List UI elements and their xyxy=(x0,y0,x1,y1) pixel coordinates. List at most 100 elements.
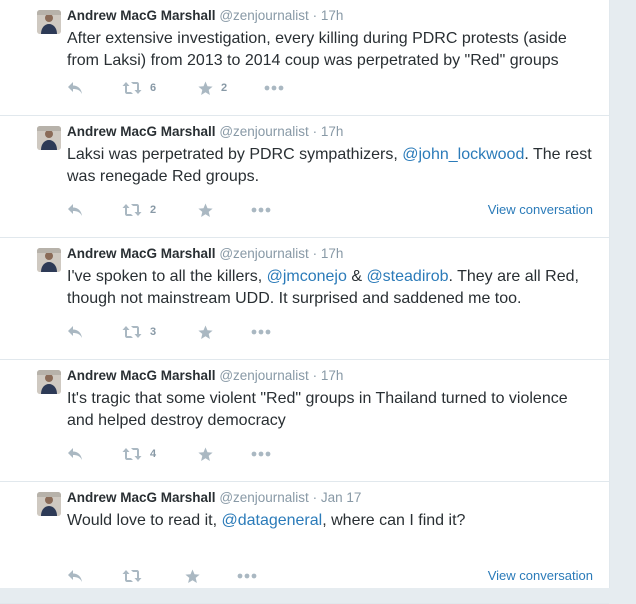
tweet-text: I've spoken to all the killers, @jmconej… xyxy=(67,266,597,310)
timeline: Andrew MacG Marshall @zenjournalist · 17… xyxy=(0,0,610,604)
tweet-text: After extensive investigation, every kil… xyxy=(67,28,597,72)
avatar[interactable] xyxy=(37,370,61,394)
retweet-button[interactable] xyxy=(122,567,150,585)
tweet[interactable]: Andrew MacG Marshall @zenjournalist · 17… xyxy=(0,0,609,116)
timestamp[interactable]: 17h xyxy=(321,368,344,383)
retweet-icon xyxy=(122,203,142,217)
view-conversation-link[interactable]: View conversation xyxy=(488,568,593,583)
username[interactable]: @zenjournalist xyxy=(219,246,309,261)
retweet-icon xyxy=(122,81,142,95)
fullname[interactable]: Andrew MacG Marshall xyxy=(67,124,216,139)
reply-icon xyxy=(67,447,83,461)
tweet-header: Andrew MacG Marshall @zenjournalist · 17… xyxy=(67,8,343,23)
retweet-count: 4 xyxy=(150,448,157,460)
mention-link[interactable]: @datageneral xyxy=(221,512,322,529)
more-icon xyxy=(264,85,284,91)
reply-button[interactable] xyxy=(67,567,83,585)
tweet-actions: 3 xyxy=(67,323,597,341)
tweet[interactable]: Andrew MacG Marshall @zenjournalist · Ja… xyxy=(0,482,609,604)
text-segment: & xyxy=(346,268,367,285)
time-separator: · xyxy=(312,246,318,261)
tweet-header: Andrew MacG Marshall @zenjournalist · 17… xyxy=(67,124,343,139)
retweet-button[interactable]: 2 xyxy=(122,201,156,219)
retweet-count: 3 xyxy=(150,326,157,338)
star-icon xyxy=(185,569,200,584)
tweet[interactable]: Andrew MacG Marshall @zenjournalist · 17… xyxy=(0,360,609,482)
reply-icon xyxy=(67,81,83,95)
text-segment: It's tragic that some violent "Red" grou… xyxy=(67,390,568,429)
retweet-count: 2 xyxy=(150,204,157,216)
retweet-icon xyxy=(122,325,142,339)
timestamp[interactable]: Jan 17 xyxy=(321,490,362,505)
retweet-count: 6 xyxy=(150,82,157,94)
retweet-button[interactable]: 3 xyxy=(122,323,156,341)
time-separator: · xyxy=(312,368,318,383)
favorite-button[interactable] xyxy=(185,567,208,585)
more-icon xyxy=(251,451,271,457)
view-conversation-link[interactable]: View conversation xyxy=(488,202,593,217)
star-icon xyxy=(198,447,213,462)
username[interactable]: @zenjournalist xyxy=(219,368,309,383)
favorite-button[interactable] xyxy=(198,323,221,341)
tweet-header: Andrew MacG Marshall @zenjournalist · 17… xyxy=(67,246,343,261)
timestamp[interactable]: 17h xyxy=(321,246,344,261)
favorite-button[interactable] xyxy=(198,445,221,463)
time-separator: · xyxy=(312,490,318,505)
more-icon xyxy=(237,573,257,579)
tweet-text: Would love to read it, @datageneral, whe… xyxy=(67,510,597,532)
tweet-text: It's tragic that some violent "Red" grou… xyxy=(67,388,597,432)
fullname[interactable]: Andrew MacG Marshall xyxy=(67,490,216,505)
more-icon xyxy=(251,207,271,213)
reply-icon xyxy=(67,569,83,583)
reply-icon xyxy=(67,325,83,339)
more-button[interactable] xyxy=(251,201,271,219)
fullname[interactable]: Andrew MacG Marshall xyxy=(67,8,216,23)
username[interactable]: @zenjournalist xyxy=(219,490,309,505)
tweet-actions: 4 xyxy=(67,445,597,463)
text-segment: , where can I find it? xyxy=(322,512,466,529)
username[interactable]: @zenjournalist xyxy=(219,8,309,23)
fullname[interactable]: Andrew MacG Marshall xyxy=(67,368,216,383)
mention-link[interactable]: @jmconejo xyxy=(267,268,347,285)
tweet[interactable]: Andrew MacG Marshall @zenjournalist · 17… xyxy=(0,116,609,238)
text-segment: Would love to read it, xyxy=(67,512,222,529)
retweet-button[interactable]: 6 xyxy=(122,79,156,97)
more-button[interactable] xyxy=(264,79,284,97)
reply-button[interactable] xyxy=(67,323,83,341)
avatar[interactable] xyxy=(37,126,61,150)
retweet-icon xyxy=(122,569,142,583)
timestamp[interactable]: 17h xyxy=(321,124,344,139)
reply-icon xyxy=(67,203,83,217)
favorite-button[interactable] xyxy=(198,201,221,219)
star-icon xyxy=(198,203,213,218)
timestamp[interactable]: 17h xyxy=(321,8,344,23)
text-segment: I've spoken to all the killers, xyxy=(67,268,267,285)
avatar[interactable] xyxy=(37,492,61,516)
avatar[interactable] xyxy=(37,10,61,34)
retweet-icon xyxy=(122,447,142,461)
reply-button[interactable] xyxy=(67,445,83,463)
favorite-count: 2 xyxy=(221,82,228,94)
favorite-button[interactable]: 2 xyxy=(198,79,227,97)
fullname[interactable]: Andrew MacG Marshall xyxy=(67,246,216,261)
more-icon xyxy=(251,329,271,335)
time-separator: · xyxy=(312,124,318,139)
username[interactable]: @zenjournalist xyxy=(219,124,309,139)
tweet-actions: 6 2 xyxy=(67,79,597,97)
more-button[interactable] xyxy=(237,567,257,585)
reply-button[interactable] xyxy=(67,79,83,97)
more-button[interactable] xyxy=(251,323,271,341)
mention-link[interactable]: @john_lockwood xyxy=(402,146,524,163)
retweet-button[interactable]: 4 xyxy=(122,445,156,463)
star-icon xyxy=(198,81,213,96)
star-icon xyxy=(198,325,213,340)
more-button[interactable] xyxy=(251,445,271,463)
time-separator: · xyxy=(312,8,318,23)
tweet-header: Andrew MacG Marshall @zenjournalist · 17… xyxy=(67,368,343,383)
mention-link[interactable]: @steadirob xyxy=(366,268,448,285)
reply-button[interactable] xyxy=(67,201,83,219)
text-segment: Laksi was perpetrated by PDRC sympathize… xyxy=(67,146,403,163)
avatar[interactable] xyxy=(37,248,61,272)
tweet-header: Andrew MacG Marshall @zenjournalist · Ja… xyxy=(67,490,361,505)
tweet[interactable]: Andrew MacG Marshall @zenjournalist · 17… xyxy=(0,238,609,360)
